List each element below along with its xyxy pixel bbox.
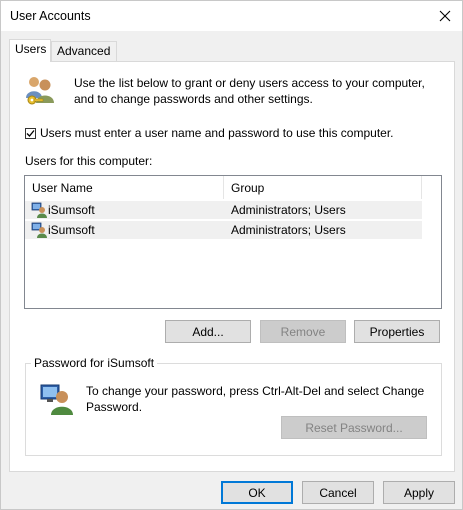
table-row[interactable]: iSumsoft Administrators; Users xyxy=(25,221,422,239)
password-instructions-line-2: Password. xyxy=(86,400,143,414)
intro-text-line-1: Use the list below to grant or deny user… xyxy=(74,76,425,90)
users-list-label: Users for this computer: xyxy=(25,154,153,168)
cancel-button[interactable]: Cancel xyxy=(302,481,374,504)
user-accounts-window: User Accounts Users Advanced Use the lis… xyxy=(0,0,463,510)
require-login-row[interactable]: Users must enter a user name and passwor… xyxy=(25,126,394,140)
user-group-cell: Administrators; Users xyxy=(231,223,346,237)
close-icon xyxy=(439,10,451,22)
password-groupbox-title: Password for iSumsoft xyxy=(31,356,158,370)
ok-button[interactable]: OK xyxy=(221,481,293,504)
user-monitor-icon xyxy=(40,384,73,415)
user-account-icon xyxy=(31,222,47,238)
window-title: User Accounts xyxy=(10,9,91,23)
intro-text-line-2: and to change passwords and other settin… xyxy=(74,92,313,106)
intro-text: Use the list below to grant or deny user… xyxy=(74,75,444,107)
user-name-cell: iSumsoft xyxy=(48,223,95,237)
user-account-icon xyxy=(31,202,47,218)
user-name-cell: iSumsoft xyxy=(48,203,95,217)
password-instructions: To change your password, press Ctrl-Alt-… xyxy=(86,383,426,415)
properties-button[interactable]: Properties xyxy=(354,320,440,343)
users-keys-icon xyxy=(26,77,54,105)
users-listview[interactable]: User Name Group iSumsoft Administrators;… xyxy=(24,175,442,309)
apply-button[interactable]: Apply xyxy=(383,481,455,504)
title-bar[interactable]: User Accounts xyxy=(1,1,462,31)
tab-users[interactable]: Users xyxy=(9,39,51,62)
listview-header: User Name Group xyxy=(25,176,441,199)
remove-user-button[interactable]: Remove xyxy=(260,320,346,343)
close-button[interactable] xyxy=(428,1,462,31)
column-header-user-name[interactable]: User Name xyxy=(25,176,224,199)
checkmark-icon xyxy=(26,129,35,137)
users-tab-panel: Use the list below to grant or deny user… xyxy=(9,61,455,472)
tab-advanced[interactable]: Advanced xyxy=(51,41,117,61)
column-header-group[interactable]: Group xyxy=(224,176,422,199)
user-group-cell: Administrators; Users xyxy=(231,203,346,217)
reset-password-button[interactable]: Reset Password... xyxy=(281,416,427,439)
require-login-checkbox[interactable] xyxy=(25,127,36,139)
password-instructions-line-1: To change your password, press Ctrl-Alt-… xyxy=(86,384,425,398)
table-row[interactable]: iSumsoft Administrators; Users xyxy=(25,201,422,219)
add-user-button[interactable]: Add... xyxy=(165,320,251,343)
require-login-label: Users must enter a user name and passwor… xyxy=(40,126,394,140)
